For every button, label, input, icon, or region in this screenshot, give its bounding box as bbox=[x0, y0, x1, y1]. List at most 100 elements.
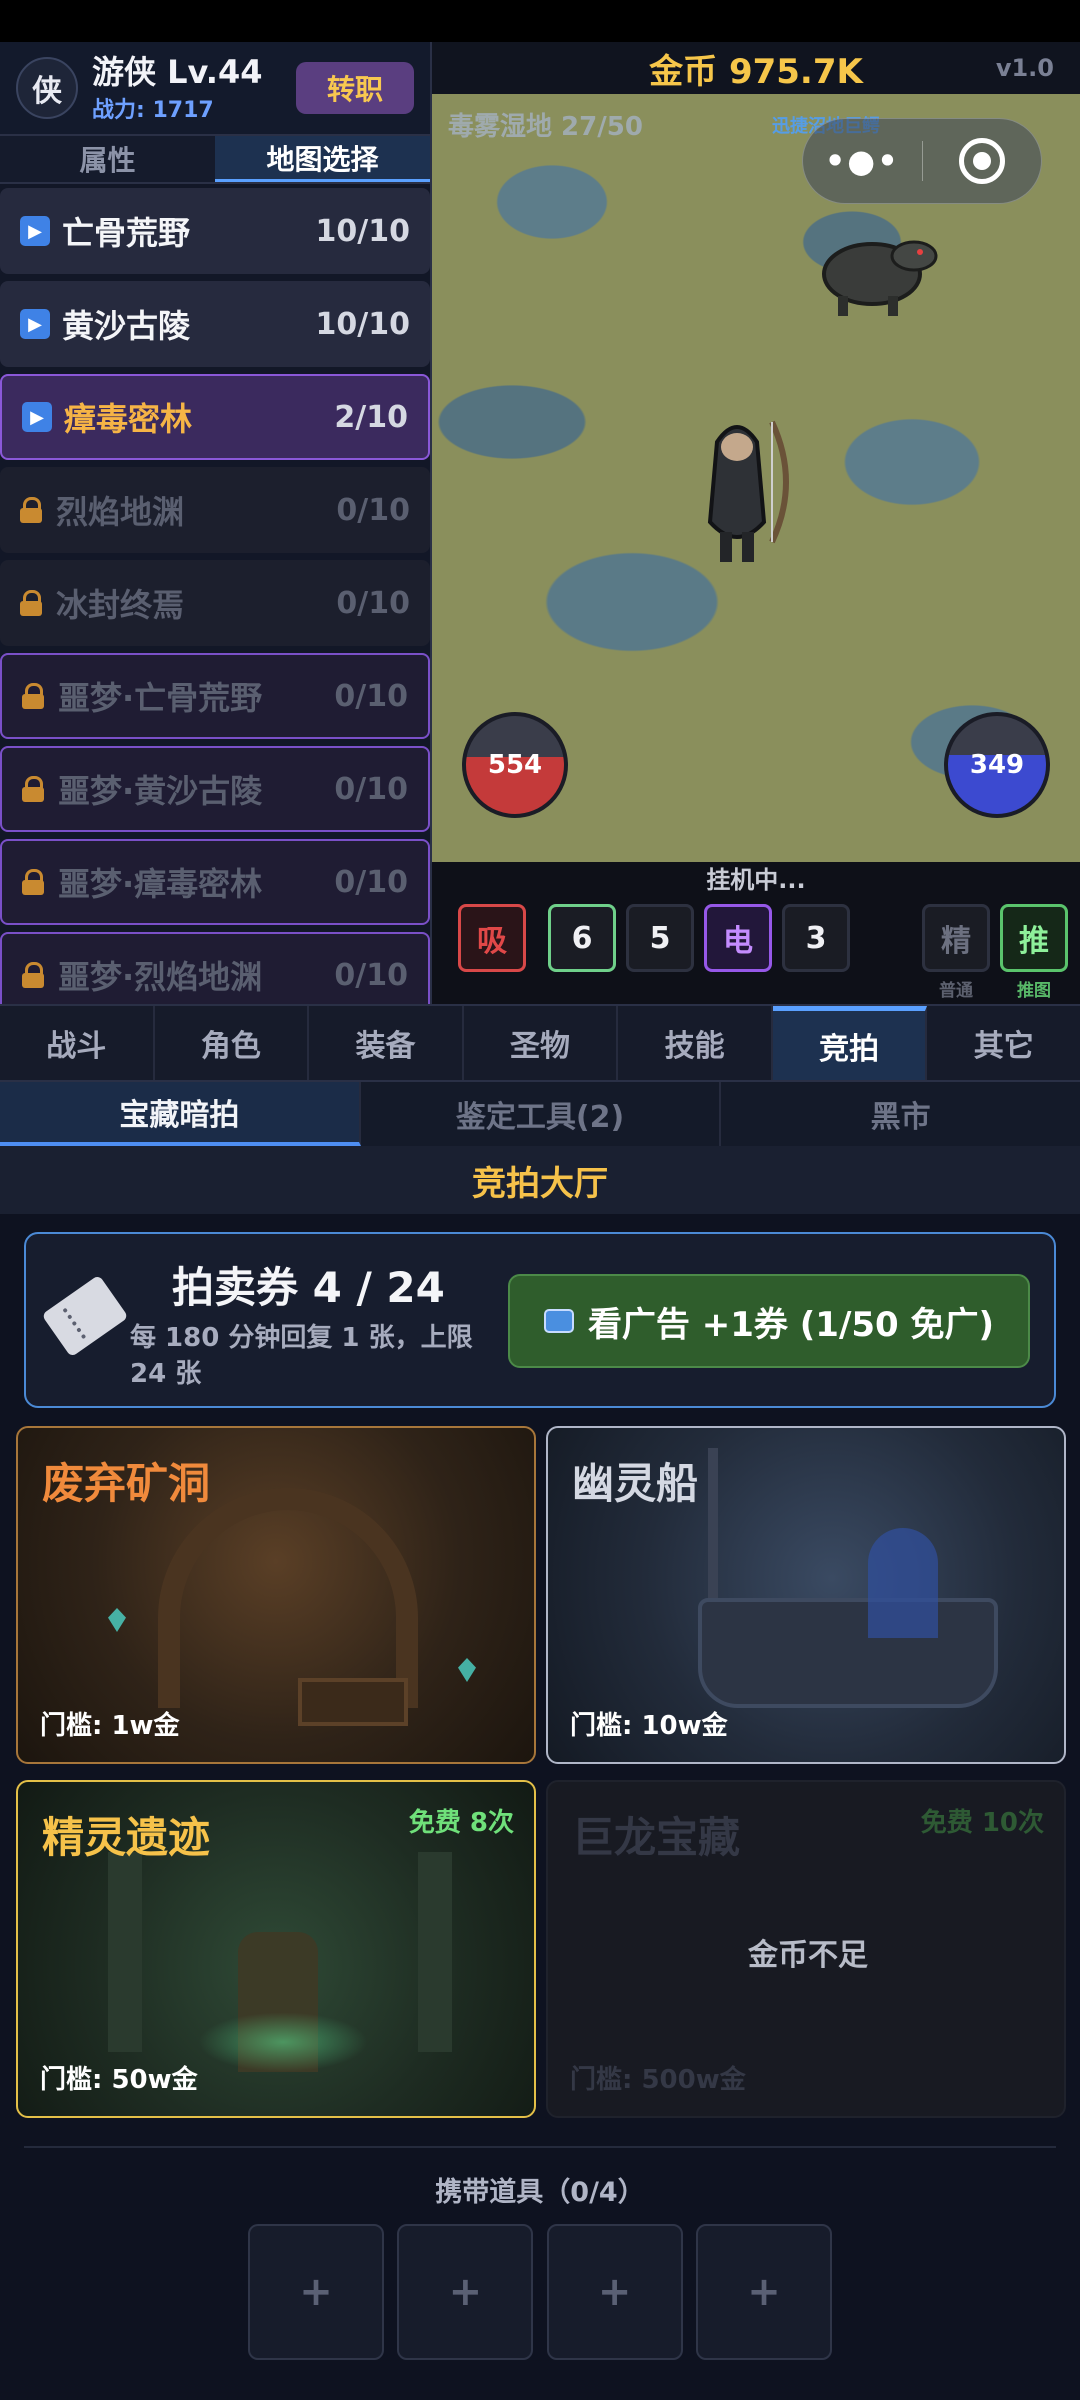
treasure-name: 废弃矿洞 bbox=[42, 1459, 211, 1508]
insufficient-gold-status: 金币不足 bbox=[748, 1938, 868, 1973]
tab-skills[interactable]: 技能 bbox=[618, 1006, 773, 1080]
absorb-skill-button[interactable]: 吸 bbox=[458, 904, 526, 972]
lock-icon bbox=[22, 776, 44, 802]
free-attempts-badge: 免费 8次 bbox=[408, 1808, 514, 1838]
map-item-nightmare[interactable]: 噩梦·瘴毒密林 0/10 bbox=[0, 839, 430, 925]
tab-attributes[interactable]: 属性 bbox=[0, 136, 215, 182]
carry-slots: + + + + bbox=[248, 2224, 832, 2362]
tab-map-select[interactable]: 地图选择 bbox=[215, 136, 430, 182]
ranger-hero bbox=[707, 420, 789, 562]
treasure-threshold: 门槛: 50w金 bbox=[40, 2065, 198, 2095]
skill-slot-3[interactable]: 3 bbox=[782, 904, 850, 972]
push-map-button[interactable]: 推 bbox=[1000, 904, 1068, 972]
swamp-crocodile-monster[interactable] bbox=[802, 212, 942, 322]
watch-ad-button[interactable]: 看广告 +1券 (1/50 免广) bbox=[508, 1274, 1030, 1368]
tab-character[interactable]: 角色 bbox=[155, 1006, 310, 1080]
version-label: v1.0 bbox=[995, 54, 1054, 82]
map-item-selected[interactable]: ▶ 瘴毒密林 2/10 bbox=[0, 374, 430, 460]
skill-bar: 挂机中... 吸 6 5 电 3 精 推 普通 推图 bbox=[432, 862, 1080, 1004]
ship-mast-art bbox=[708, 1448, 718, 1608]
carry-slot-add-button[interactable]: + bbox=[397, 2224, 534, 2360]
more-menu-icon[interactable]: •●• bbox=[803, 142, 922, 180]
tab-treasure-auction[interactable]: 宝藏暗拍 bbox=[0, 1082, 361, 1146]
tab-other[interactable]: 其它 bbox=[927, 1006, 1080, 1080]
watch-ad-label: 看广告 +1券 (1/50 免广) bbox=[587, 1304, 995, 1345]
lock-icon bbox=[20, 590, 42, 616]
carry-items-title: 携带道具（0/4） bbox=[435, 2177, 645, 2208]
skill-slot-6[interactable]: 6 bbox=[548, 904, 616, 972]
treasure-card-elf-ruins[interactable]: 精灵遗迹 免费 8次 门槛: 50w金 bbox=[16, 1780, 536, 2118]
map-name: 噩梦·瘴毒密林 bbox=[58, 865, 263, 903]
map-name: 噩梦·亡骨荒野 bbox=[58, 679, 263, 717]
carry-slot-add-button[interactable]: + bbox=[546, 2224, 683, 2360]
lightning-skill-button[interactable]: 电 bbox=[704, 904, 772, 972]
map-progress: 10/10 bbox=[315, 213, 410, 249]
skill-slot-5[interactable]: 5 bbox=[626, 904, 694, 972]
map-progress: 0/10 bbox=[334, 957, 408, 993]
push-map-caption: 推图 bbox=[1017, 981, 1051, 1001]
carry-slot-add-button[interactable]: + bbox=[248, 2224, 384, 2360]
ruin-pillar-art bbox=[108, 1852, 142, 2052]
map-item-nightmare[interactable]: 噩梦·烈焰地渊 0/10 bbox=[0, 932, 430, 1004]
lock-icon bbox=[22, 683, 44, 709]
treasure-threshold: 门槛: 500w金 bbox=[570, 2065, 746, 2095]
player-info: 游侠 Lv.44 战力: 1717 bbox=[92, 52, 296, 124]
lock-icon bbox=[20, 497, 42, 523]
hp-orb: 554 bbox=[462, 712, 568, 818]
map-name: 烈焰地渊 bbox=[56, 493, 185, 531]
treasure-name: 幽灵船 bbox=[572, 1459, 699, 1508]
idle-status: 挂机中... bbox=[706, 866, 806, 894]
map-name: 噩梦·黄沙古陵 bbox=[58, 772, 263, 810]
close-target-icon[interactable] bbox=[923, 138, 1042, 184]
mine-cart-art bbox=[298, 1678, 408, 1726]
map-item[interactable]: ▶ 亡骨荒野 10/10 bbox=[0, 188, 430, 274]
elite-mode-button[interactable]: 精 bbox=[922, 904, 990, 972]
player-name: 游侠 Lv.44 bbox=[92, 53, 263, 91]
gold-display: 金币 975.7K bbox=[432, 42, 1080, 94]
job-change-button[interactable]: 转职 bbox=[296, 62, 414, 114]
tab-auction[interactable]: 竞拍 bbox=[772, 1006, 928, 1080]
map-item-nightmare[interactable]: 噩梦·亡骨荒野 0/10 bbox=[0, 653, 430, 739]
lock-icon bbox=[22, 962, 44, 988]
player-header: 侠 游侠 Lv.44 战力: 1717 转职 bbox=[0, 42, 430, 134]
map-item-nightmare[interactable]: 噩梦·黄沙古陵 0/10 bbox=[0, 746, 430, 832]
tab-appraisal-tools[interactable]: 鉴定工具(2) bbox=[361, 1082, 722, 1146]
treasure-threshold: 门槛: 1w金 bbox=[40, 1711, 180, 1741]
left-panel: 侠 游侠 Lv.44 战力: 1717 转职 属性 地图选择 ▶ 亡骨荒野 10… bbox=[0, 42, 432, 1004]
treasure-card-dragon-hoard[interactable]: 巨龙宝藏 免费 10次 金币不足 门槛: 500w金 bbox=[546, 1780, 1066, 2118]
tab-black-market[interactable]: 黑市 bbox=[721, 1082, 1080, 1146]
elite-mode-caption: 普通 bbox=[939, 981, 973, 1001]
map-list: ▶ 亡骨荒野 10/10 ▶ 黄沙古陵 10/10 ▶ 瘴毒密林 2/10 烈焰… bbox=[0, 184, 430, 1004]
ticket-regen-desc: 每 180 分钟回复 1 张，上限 24 张 bbox=[130, 1323, 473, 1389]
treasure-card-abandoned-mine[interactable]: 废弃矿洞 门槛: 1w金 bbox=[16, 1426, 536, 1764]
map-item-locked[interactable]: 冰封终焉 0/10 bbox=[0, 560, 430, 646]
map-progress: 10/10 bbox=[315, 306, 410, 342]
tab-equipment[interactable]: 装备 bbox=[309, 1006, 464, 1080]
avatar[interactable]: 侠 bbox=[16, 57, 78, 119]
ticket-count: 拍卖券 4 / 24 bbox=[172, 1263, 445, 1312]
auction-hall-title: 竞拍大厅 bbox=[0, 1146, 1080, 1214]
auction-ticket-card: 拍卖券 4 / 24 每 180 分钟回复 1 张，上限 24 张 看广告 +1… bbox=[24, 1232, 1056, 1408]
mp-orb: 349 bbox=[944, 712, 1050, 818]
map-progress: 0/10 bbox=[334, 771, 408, 807]
tab-battle[interactable]: 战斗 bbox=[0, 1006, 155, 1080]
gem-icon bbox=[108, 1608, 126, 1632]
carry-slot-add-button[interactable]: + bbox=[695, 2224, 832, 2360]
map-progress: 0/10 bbox=[336, 585, 410, 621]
battle-scene[interactable]: 金币 975.7K v1.0 毒雾湿地 27/50 迅捷沼地巨鳄 •●• 554… bbox=[432, 42, 1080, 862]
map-name: 亡骨荒野 bbox=[62, 214, 191, 252]
ruin-glow-art bbox=[198, 2012, 368, 2072]
sub-tabs: 宝藏暗拍 鉴定工具(2) 黑市 bbox=[0, 1082, 1080, 1146]
mine-arch-art bbox=[158, 1488, 418, 1708]
ruin-pillar-art bbox=[418, 1852, 452, 2052]
map-name: 黄沙古陵 bbox=[62, 307, 191, 345]
treasure-card-ghost-ship[interactable]: 幽灵船 门槛: 10w金 bbox=[546, 1426, 1066, 1764]
map-item-locked[interactable]: 烈焰地渊 0/10 bbox=[0, 467, 430, 553]
map-progress: 0/10 bbox=[334, 864, 408, 900]
ticket-icon bbox=[41, 1274, 129, 1358]
tab-relics[interactable]: 圣物 bbox=[464, 1006, 619, 1080]
map-item[interactable]: ▶ 黄沙古陵 10/10 bbox=[0, 281, 430, 367]
miniprogram-capsule: •●• bbox=[802, 118, 1042, 204]
status-bar bbox=[0, 0, 1080, 42]
zone-label: 毒雾湿地 27/50 bbox=[448, 112, 643, 142]
